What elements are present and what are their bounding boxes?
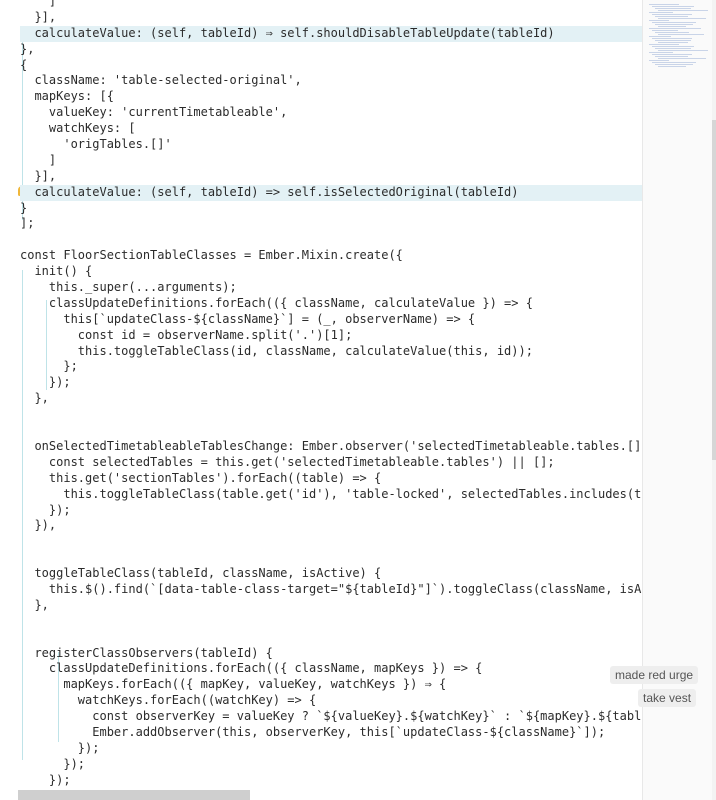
minimap-line bbox=[658, 10, 708, 11]
bottom-tab[interactable] bbox=[18, 790, 250, 800]
minimap-line bbox=[655, 24, 693, 25]
code-line[interactable]: mapKeys: [{ bbox=[20, 89, 642, 105]
code-line[interactable]: const FloorSectionTableClasses = Ember.M… bbox=[20, 248, 642, 264]
code-line[interactable]: const selectedTables = this.get('selecte… bbox=[20, 455, 642, 471]
code-line[interactable]: classUpdateDefinitions.forEach(({ classN… bbox=[20, 296, 642, 312]
minimap-line bbox=[658, 18, 706, 19]
code-line[interactable]: { bbox=[20, 58, 642, 74]
minimap-line bbox=[649, 44, 679, 45]
minimap-line bbox=[652, 54, 692, 55]
code-line[interactable] bbox=[20, 407, 642, 423]
code-line[interactable] bbox=[20, 232, 642, 248]
code-line[interactable]: const observerKey = valueKey ? `${valueK… bbox=[20, 709, 642, 725]
minimap-line bbox=[649, 52, 673, 53]
code-line[interactable] bbox=[20, 534, 642, 550]
code-editor[interactable]: ] }], calculateValue: (self, tableId) ⇒ … bbox=[0, 0, 642, 800]
code-line[interactable] bbox=[20, 630, 642, 646]
code-line[interactable]: }; bbox=[20, 359, 642, 375]
code-line[interactable]: }), bbox=[20, 518, 642, 534]
code-line[interactable]: mapKeys.forEach(({ mapKey, valueKey, wat… bbox=[20, 677, 642, 693]
code-line[interactable]: }); bbox=[20, 503, 642, 519]
minimap-line bbox=[649, 4, 679, 5]
minimap-line bbox=[649, 28, 701, 29]
minimap-line bbox=[652, 14, 692, 15]
minimap-line bbox=[655, 32, 689, 33]
code-line[interactable]: watchKeys: [ bbox=[20, 121, 642, 137]
minimap-line bbox=[649, 20, 669, 21]
code-line[interactable]: this._super(...arguments); bbox=[20, 280, 642, 296]
code-line[interactable]: const id = observerName.split('.')[1]; bbox=[20, 328, 642, 344]
code-line[interactable]: classUpdateDefinitions.forEach(({ classN… bbox=[20, 661, 642, 677]
minimap-line bbox=[658, 58, 706, 59]
minimap-line bbox=[652, 46, 694, 47]
code-line[interactable]: valueKey: 'currentTimetableable', bbox=[20, 105, 642, 121]
code-line[interactable]: ] bbox=[20, 153, 642, 169]
minimap-line bbox=[652, 22, 696, 23]
code-line[interactable]: ]; bbox=[20, 216, 642, 232]
code-line[interactable]: }); bbox=[20, 773, 642, 789]
code-line[interactable]: toggleTableClass(tableId, className, isA… bbox=[20, 566, 642, 582]
minimap-line bbox=[649, 60, 669, 61]
code-line[interactable]: }, bbox=[20, 391, 642, 407]
minimap-line bbox=[655, 40, 691, 41]
scrollbar-thumb[interactable] bbox=[712, 120, 716, 460]
minimap-line bbox=[658, 66, 686, 67]
code-line[interactable]: this.get('sectionTables').forEach((table… bbox=[20, 471, 642, 487]
minimap-line bbox=[655, 8, 691, 9]
code-line[interactable]: className: 'table-selected-original', bbox=[20, 73, 642, 89]
minimap-line bbox=[652, 62, 696, 63]
minimap-line bbox=[658, 50, 708, 51]
code-line[interactable]: this.toggleTableClass(id, className, cal… bbox=[20, 344, 642, 360]
minimap-line bbox=[658, 26, 686, 27]
code-line[interactable]: }); bbox=[20, 757, 642, 773]
code-line[interactable]: }); bbox=[20, 741, 642, 757]
code-line[interactable]: ] bbox=[20, 0, 642, 10]
code-line[interactable]: init() { bbox=[20, 264, 642, 280]
code-line[interactable]: watchKeys.forEach((watchKey) => { bbox=[20, 693, 642, 709]
minimap-line bbox=[652, 6, 694, 7]
code-line[interactable]: }); bbox=[20, 375, 642, 391]
suggestion-chip[interactable]: made red urge bbox=[610, 666, 699, 684]
code-line[interactable]: Ember.addObserver(this, observerKey, thi… bbox=[20, 725, 642, 741]
minimap-line bbox=[655, 48, 691, 49]
code-line[interactable]: this.toggleTableClass(table.get('id'), '… bbox=[20, 487, 642, 503]
code-line[interactable]: 'origTables.[]' bbox=[20, 137, 642, 153]
code-line[interactable]: calculateValue: (self, tableId) => self.… bbox=[20, 184, 642, 201]
code-line[interactable] bbox=[20, 423, 642, 439]
minimap-line bbox=[655, 64, 693, 65]
code-line[interactable]: }], bbox=[20, 10, 642, 26]
code-line[interactable]: registerClassObservers(tableId) { bbox=[20, 646, 642, 662]
minimap-line bbox=[658, 34, 704, 35]
code-line[interactable]: calculateValue: (self, tableId) ⇒ self.s… bbox=[20, 25, 642, 42]
code-line[interactable]: this[`updateClass-${className}`] = (_, o… bbox=[20, 312, 642, 328]
code-line[interactable]: onSelectedTimetableableTablesChange: Emb… bbox=[20, 439, 642, 455]
minimap-line bbox=[658, 42, 688, 43]
code-lines: ] }], calculateValue: (self, tableId) ⇒ … bbox=[20, 0, 642, 800]
code-line[interactable]: }, bbox=[20, 42, 642, 58]
code-line[interactable]: this.$().find(`[data-table-class-target=… bbox=[20, 582, 642, 598]
suggestion-chip[interactable]: take vest bbox=[638, 689, 697, 707]
minimap-line bbox=[652, 38, 692, 39]
minimap-line bbox=[649, 12, 673, 13]
code-line[interactable]: }, bbox=[20, 598, 642, 614]
code-line[interactable]: }], bbox=[20, 169, 642, 185]
minimap-line bbox=[649, 36, 671, 37]
code-line[interactable] bbox=[20, 550, 642, 566]
code-line[interactable]: } bbox=[20, 201, 642, 217]
minimap-line bbox=[655, 56, 688, 57]
code-line[interactable] bbox=[20, 614, 642, 630]
minimap-line bbox=[652, 30, 678, 31]
minimap-line bbox=[655, 16, 688, 17]
